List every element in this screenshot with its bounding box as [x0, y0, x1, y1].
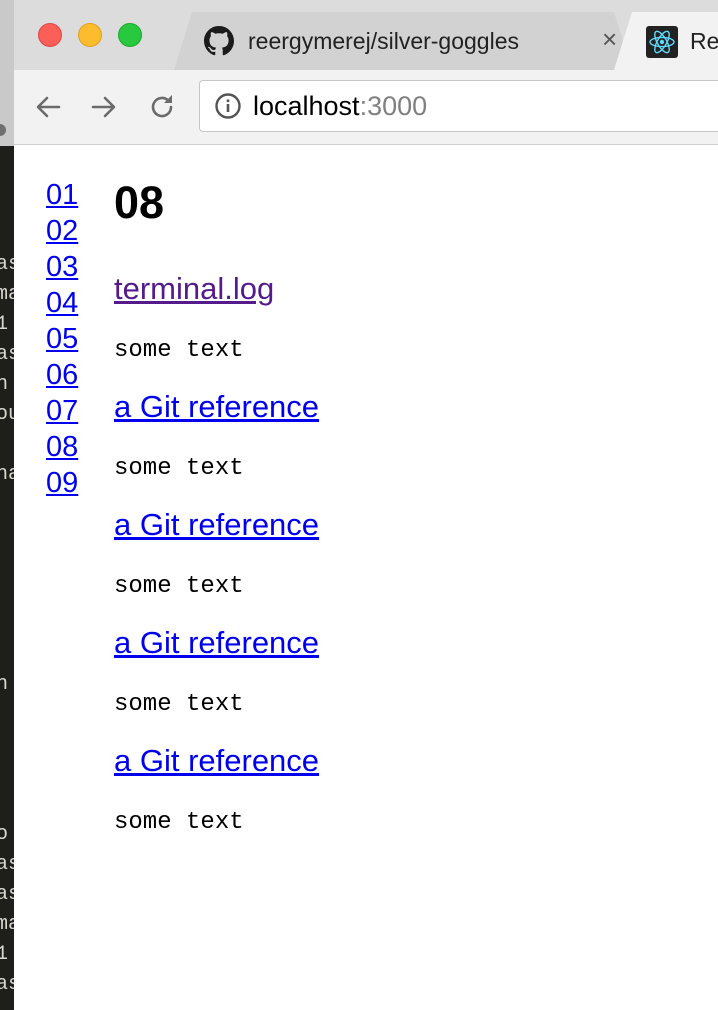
terminal-line: n — [0, 373, 9, 396]
terminal-log-link[interactable]: terminal.log — [114, 271, 274, 307]
tab-title: reergymerej/silver-goggles — [248, 28, 519, 54]
tab-strip: reergymerej/silver-goggles × Re — [14, 0, 718, 70]
url-text: localhost:3000 — [253, 90, 427, 122]
arrow-left-icon — [36, 96, 61, 118]
reload-button[interactable] — [146, 91, 178, 123]
close-window-button[interactable] — [38, 23, 62, 47]
nav-link-06[interactable]: 06 — [46, 357, 78, 393]
terminal-line: ha — [0, 463, 14, 486]
git-reference-link[interactable]: a Git reference — [114, 389, 319, 425]
body-text: some text — [114, 573, 244, 600]
nav-link-02[interactable]: 02 — [46, 213, 78, 249]
body-text: some text — [114, 691, 244, 718]
nav-link-07[interactable]: 07 — [46, 393, 78, 429]
info-icon[interactable] — [214, 92, 242, 125]
back-button[interactable] — [32, 91, 64, 123]
background-terminal: as ma 1 as n ou ha n o as as ma 1 as — [0, 0, 14, 1010]
close-tab-icon[interactable]: × — [602, 24, 617, 54]
terminal-line: as — [0, 973, 14, 996]
tab-title: Re — [690, 28, 718, 54]
nav-link-05[interactable]: 05 — [46, 321, 78, 357]
reload-icon — [151, 95, 173, 118]
github-icon — [204, 26, 234, 62]
nav-link-08[interactable]: 08 — [46, 429, 78, 465]
body-text: some text — [114, 809, 244, 836]
forward-button[interactable] — [88, 91, 120, 123]
url-host: localhost — [253, 91, 360, 121]
git-reference-link[interactable]: a Git reference — [114, 743, 319, 779]
terminal-line: as — [0, 253, 14, 276]
terminal-line: 1 — [0, 943, 9, 966]
address-bar[interactable]: localhost:3000 — [199, 80, 718, 132]
terminal-line: o — [0, 823, 9, 846]
arrow-right-icon — [91, 96, 116, 118]
terminal-line: ou — [0, 403, 14, 426]
terminal-line: as — [0, 343, 14, 366]
terminal-line: as — [0, 853, 14, 876]
body-text: some text — [114, 337, 244, 364]
git-reference-link[interactable]: a Git reference — [114, 507, 319, 543]
chapter-nav: 01 02 03 04 05 06 07 08 09 — [46, 177, 78, 501]
nav-link-09[interactable]: 09 — [46, 465, 78, 501]
react-icon — [646, 26, 678, 64]
nav-link-04[interactable]: 04 — [46, 285, 78, 321]
zoom-window-button[interactable] — [118, 23, 142, 47]
page-title: 08 — [114, 177, 165, 228]
nav-link-01[interactable]: 01 — [46, 177, 78, 213]
terminal-line: ma — [0, 283, 14, 306]
git-reference-link[interactable]: a Git reference — [114, 625, 319, 661]
browser-window: reergymerej/silver-goggles × Re localhos… — [14, 0, 718, 1010]
minimize-window-button[interactable] — [78, 23, 102, 47]
url-port: :3000 — [359, 91, 428, 121]
tab-react[interactable]: Re — [614, 12, 718, 70]
tab-silver-goggles[interactable]: reergymerej/silver-goggles × — [174, 12, 632, 70]
page-content: 01 02 03 04 05 06 07 08 09 08 terminal.l… — [14, 145, 718, 1010]
body-text: some text — [114, 455, 244, 482]
terminal-line: ma — [0, 913, 14, 936]
terminal-line: n — [0, 673, 9, 696]
terminal-line: as — [0, 883, 14, 906]
browser-toolbar: localhost:3000 — [14, 70, 718, 145]
terminal-line: 1 — [0, 313, 9, 336]
nav-link-03[interactable]: 03 — [46, 249, 78, 285]
